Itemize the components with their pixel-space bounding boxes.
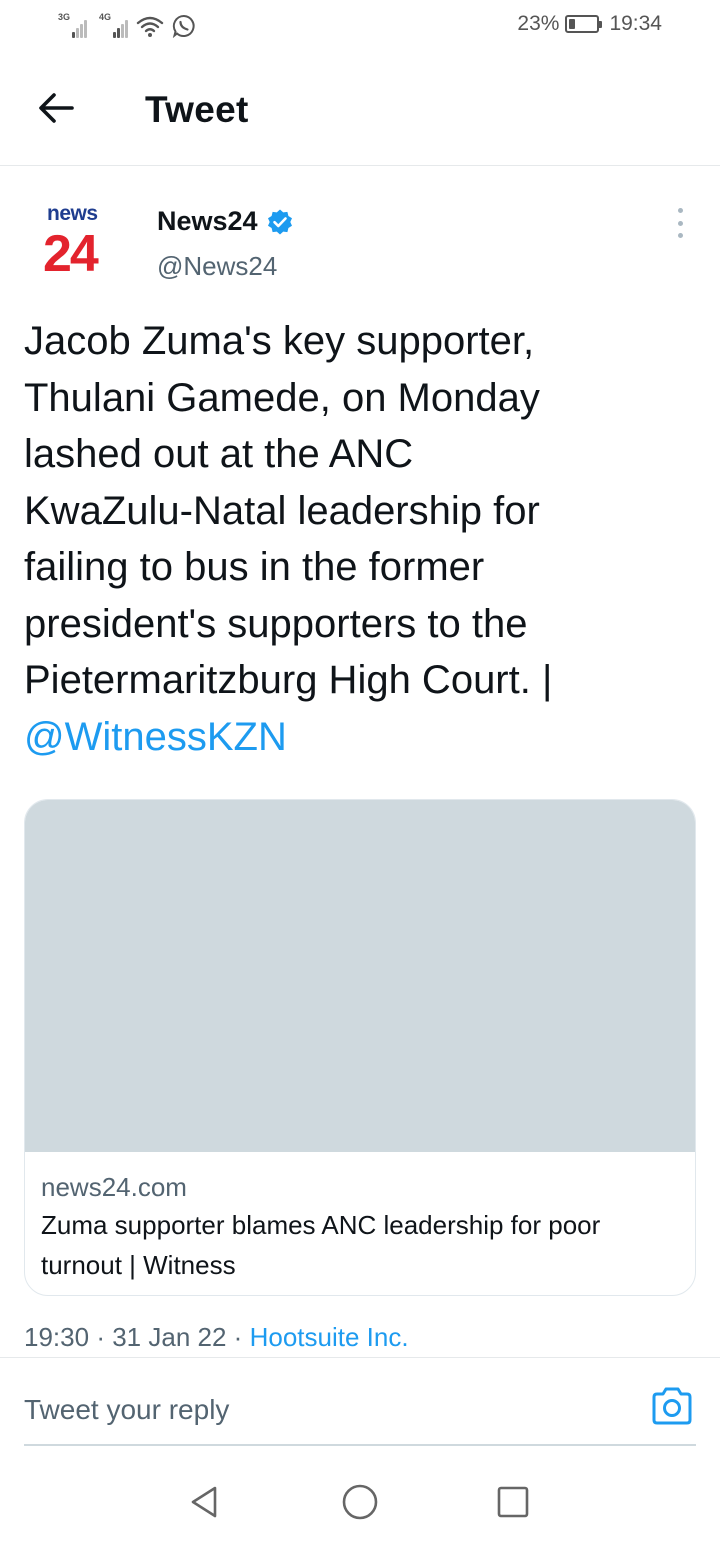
back-button[interactable] [34, 86, 78, 130]
logo-text-bottom: 24 [43, 225, 99, 283]
system-nav-bar [0, 1460, 720, 1541]
arrow-left-icon [39, 93, 74, 123]
whatsapp-icon [172, 14, 195, 38]
nav-home-button[interactable] [338, 1480, 382, 1524]
tweet-text-line: Pietermaritzburg High Court. | [24, 658, 553, 702]
reply-bar [24, 1380, 696, 1446]
status-time: 19:34 [609, 12, 662, 35]
author-handle[interactable]: @News24 [157, 251, 277, 282]
tweet-text-line: KwaZulu-Natal leadership for [24, 488, 540, 533]
tweet-text-line: failing to bus in the former [24, 545, 485, 589]
recents-square-icon [497, 1486, 529, 1518]
more-dot-icon [677, 220, 683, 226]
nav-back-button[interactable] [183, 1480, 227, 1524]
tweet-text: Jacob Zuma's key supporter, Thulani Game… [24, 313, 704, 765]
meta-separator: · [233, 1322, 243, 1352]
network-type-label: 4G [99, 12, 112, 22]
page-title: Tweet [145, 89, 249, 130]
wifi-icon [136, 16, 164, 37]
card-domain: news24.com [41, 1172, 187, 1202]
back-triangle-icon [191, 1486, 217, 1518]
author-name: News24 [157, 206, 258, 236]
card-title: Zuma supporter blames ANC leadership for… [41, 1210, 601, 1280]
author-name-row[interactable]: News24 [157, 206, 294, 237]
status-right: 23% 19:34 [517, 12, 662, 36]
link-card[interactable]: news24.com Zuma supporter blames ANC lea… [24, 799, 696, 1296]
signal-icon: 4G [99, 12, 129, 38]
more-dot-icon [677, 233, 683, 238]
camera-button[interactable] [650, 1386, 694, 1430]
tweet-text-line: Jacob Zuma's key supporter, [24, 319, 535, 363]
home-circle-icon [342, 1484, 378, 1520]
top-app-bar: Tweet [0, 56, 720, 166]
card-image-placeholder [25, 800, 695, 1152]
more-options-button[interactable] [670, 208, 690, 238]
tweet-meta: 19:30 · 31 Jan 22 · Hootsuite Inc. [24, 1322, 409, 1353]
signal-icon: 3G [58, 12, 88, 38]
tweet-text-line: president's supporters to the [24, 601, 528, 646]
tweet-text-line: Thulani Gamede, on Monday [24, 375, 540, 420]
status-left: 3G 4G [58, 12, 196, 38]
tweet-author: news 24 News24 @News24 [24, 196, 696, 296]
nav-recents-button[interactable] [491, 1480, 535, 1524]
avatar[interactable]: news 24 [40, 202, 116, 288]
battery-icon [565, 15, 603, 33]
tweet-source-link[interactable]: Hootsuite Inc. [250, 1322, 409, 1352]
tweet-date: 31 Jan 22 [112, 1322, 227, 1352]
camera-icon [652, 1387, 692, 1425]
divider [0, 1357, 720, 1358]
meta-separator: · [96, 1322, 105, 1352]
status-bar: 3G 4G 23% 19:34 [0, 0, 720, 56]
tweet-time: 19:30 [24, 1322, 90, 1352]
tweet-text-line: lashed out at the ANC [24, 432, 414, 476]
battery-percent: 23% [517, 12, 560, 35]
logo-text-top: news [47, 202, 98, 225]
mention-link[interactable]: @WitnessKZN [24, 715, 287, 759]
reply-input[interactable] [24, 1388, 624, 1432]
more-dot-icon [677, 208, 683, 213]
network-type-label: 3G [58, 12, 71, 22]
verified-badge-icon [267, 209, 292, 234]
